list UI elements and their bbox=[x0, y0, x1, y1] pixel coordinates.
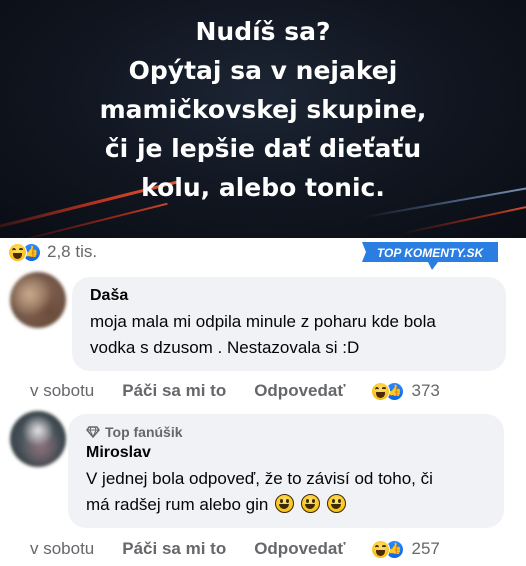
avatar[interactable] bbox=[10, 272, 66, 328]
banner-line: mamičkovskej skupine, bbox=[99, 95, 427, 124]
logo-text: TOP KOMENTY.SK bbox=[377, 246, 485, 260]
grinning-face-icon bbox=[326, 494, 346, 513]
comment-reactions[interactable]: 👍 373 bbox=[371, 381, 440, 401]
comment-timestamp[interactable]: v sobotu bbox=[30, 381, 94, 401]
comment-author[interactable]: Daša bbox=[90, 286, 492, 306]
like-button[interactable]: Páči sa mi to bbox=[122, 381, 226, 401]
haha-icon bbox=[8, 242, 27, 262]
banner-line: Nudíš sa? bbox=[195, 17, 331, 46]
comment-text: moja mala mi odpila minule z poharu kde … bbox=[90, 309, 492, 361]
reaction-icons: 👍 bbox=[371, 539, 405, 559]
top-fan-badge: Top fanúšik bbox=[86, 423, 490, 441]
reaction-count: 373 bbox=[411, 381, 440, 400]
grinning-face-icon bbox=[300, 494, 320, 513]
comment-actions: v sobotu Páči sa mi to Odpovedať 👍 257 bbox=[30, 538, 500, 560]
comment-line: V jednej bola odpoveď, že to závisí od t… bbox=[86, 469, 433, 488]
banner-caption: Nudíš sa? Opýtaj sa v nejakej mamičkovsk… bbox=[0, 12, 526, 207]
light-streak bbox=[12, 202, 168, 238]
banner-line: či je lepšie dať dieťaťu bbox=[104, 134, 422, 163]
haha-icon bbox=[371, 381, 391, 401]
reaction-count: 2,8 tis. bbox=[47, 242, 98, 261]
haha-icon bbox=[371, 539, 391, 559]
diamond-icon bbox=[86, 426, 100, 438]
post-reaction-summary[interactable]: 👍 2,8 tis. bbox=[8, 242, 97, 262]
comment-bubble: Top fanúšik Miroslav V jednej bola odpov… bbox=[68, 414, 504, 528]
comment-actions: v sobotu Páči sa mi to Odpovedať 👍 373 bbox=[30, 380, 500, 402]
comment-bubble: Daša moja mala mi odpila minule z poharu… bbox=[72, 277, 506, 371]
comment-line: vodka s dzusom . Nestazovala si :D bbox=[90, 338, 360, 357]
banner-line: Opýtaj sa v nejakej bbox=[128, 56, 398, 85]
comment-line: má radšej rum alebo gin bbox=[86, 495, 269, 514]
comment-line-with-emoji: má radšej rum alebo gin bbox=[86, 492, 490, 518]
reply-button[interactable]: Odpovedať bbox=[254, 381, 345, 401]
reaction-icons: 👍 bbox=[8, 242, 41, 262]
meme-banner: Nudíš sa? Opýtaj sa v nejakej mamičkovsk… bbox=[0, 0, 526, 238]
reaction-count: 257 bbox=[411, 539, 440, 558]
comment-author[interactable]: Miroslav bbox=[86, 443, 490, 463]
comment-text: V jednej bola odpoveď, že to závisí od t… bbox=[86, 466, 490, 518]
badge-label: Top fanúšik bbox=[105, 424, 183, 440]
comment-line: moja mala mi odpila minule z poharu kde … bbox=[90, 312, 436, 331]
grinning-face-icon bbox=[275, 494, 295, 513]
comment-reactions[interactable]: 👍 257 bbox=[371, 539, 440, 559]
comment-timestamp[interactable]: v sobotu bbox=[30, 539, 94, 559]
banner-line: kolu, alebo tonic. bbox=[141, 173, 385, 202]
reaction-icons: 👍 bbox=[371, 381, 405, 401]
reply-button[interactable]: Odpovedať bbox=[254, 539, 345, 559]
avatar[interactable] bbox=[10, 411, 66, 467]
topkomenty-logo: TOP KOMENTY.SK bbox=[362, 242, 498, 270]
like-button[interactable]: Páči sa mi to bbox=[122, 539, 226, 559]
